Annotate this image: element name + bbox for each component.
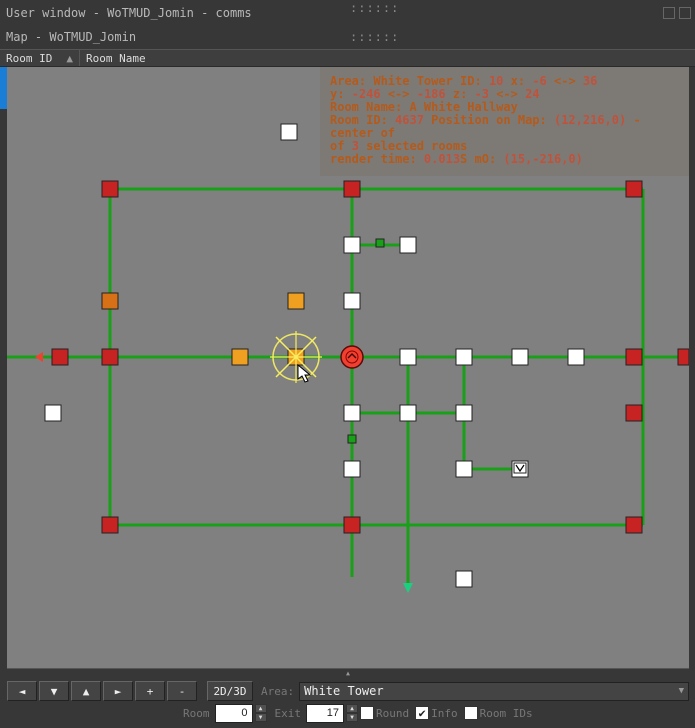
room-size-label: Room	[177, 707, 213, 720]
chevron-down-icon: ▼	[679, 686, 684, 696]
toggle-3d-button[interactable]: 2D/3D	[207, 681, 253, 701]
roomids-checkbox[interactable]: Room IDs	[464, 706, 533, 720]
map-info-panel: Area: White Tower ID: 10 x: -6 <-> 36 y:…	[320, 67, 689, 176]
pan-down-button[interactable]: ▼	[39, 681, 69, 701]
round-checkbox[interactable]: Round	[360, 706, 409, 720]
map-canvas[interactable]: Area: White Tower ID: 10 x: -6 <-> 36 y:…	[7, 67, 689, 670]
sort-asc-icon: ▲	[66, 52, 73, 65]
drag-grip-icon[interactable]: ::::::	[350, 30, 399, 44]
restore-icon[interactable]	[663, 7, 675, 19]
area-select[interactable]: White Tower ▼	[299, 682, 689, 701]
pan-west-button[interactable]: ◄	[7, 681, 37, 701]
header-room-id-label: Room ID	[6, 52, 52, 65]
zoom-in-button[interactable]: +	[135, 681, 165, 701]
user-window-titlebar: User window - WoTMUD_Jomin - comms :::::…	[0, 0, 695, 25]
pan-up-button[interactable]: ▲	[71, 681, 101, 701]
exit-spinner[interactable]: ▲ ▼	[346, 704, 358, 723]
zoom-out-button[interactable]: -	[167, 681, 197, 701]
exit-size-input[interactable]	[306, 704, 344, 723]
map-title: Map - WoTMUD_Jomin	[6, 30, 136, 44]
room-spinner[interactable]: ▲ ▼	[255, 704, 267, 723]
header-room-id[interactable]: Room ID ▲	[0, 50, 80, 66]
resize-handle[interactable]: ▴	[7, 668, 689, 677]
area-label: Area:	[255, 685, 297, 698]
spinner-down-icon[interactable]: ▼	[255, 713, 267, 722]
spinner-down-icon[interactable]: ▼	[346, 713, 358, 722]
room-size-input[interactable]	[215, 704, 253, 723]
info-checkbox[interactable]: ✔Info	[415, 706, 458, 720]
exit-size-label: Exit	[269, 707, 305, 720]
header-room-name[interactable]: Room Name	[80, 50, 695, 66]
area-select-value: White Tower	[304, 684, 383, 698]
checkbox-icon	[464, 706, 478, 720]
checkbox-icon: ✔	[415, 706, 429, 720]
spinner-up-icon[interactable]: ▲	[346, 704, 358, 713]
spinner-up-icon[interactable]: ▲	[255, 704, 267, 713]
close-icon[interactable]	[679, 7, 691, 19]
map-toolbar: ◄ ▼ ▲ ► + - 2D/3D Area: White Tower ▼ Ro…	[7, 680, 689, 724]
checkbox-icon	[360, 706, 374, 720]
pan-east-button[interactable]: ►	[103, 681, 133, 701]
room-list-header: Room ID ▲ Room Name	[0, 49, 695, 67]
map-titlebar: Map - WoTMUD_Jomin ::::::	[0, 25, 695, 49]
user-window-title: User window - WoTMUD_Jomin - comms	[6, 6, 252, 20]
drag-grip-icon[interactable]: ::::::	[350, 1, 399, 15]
